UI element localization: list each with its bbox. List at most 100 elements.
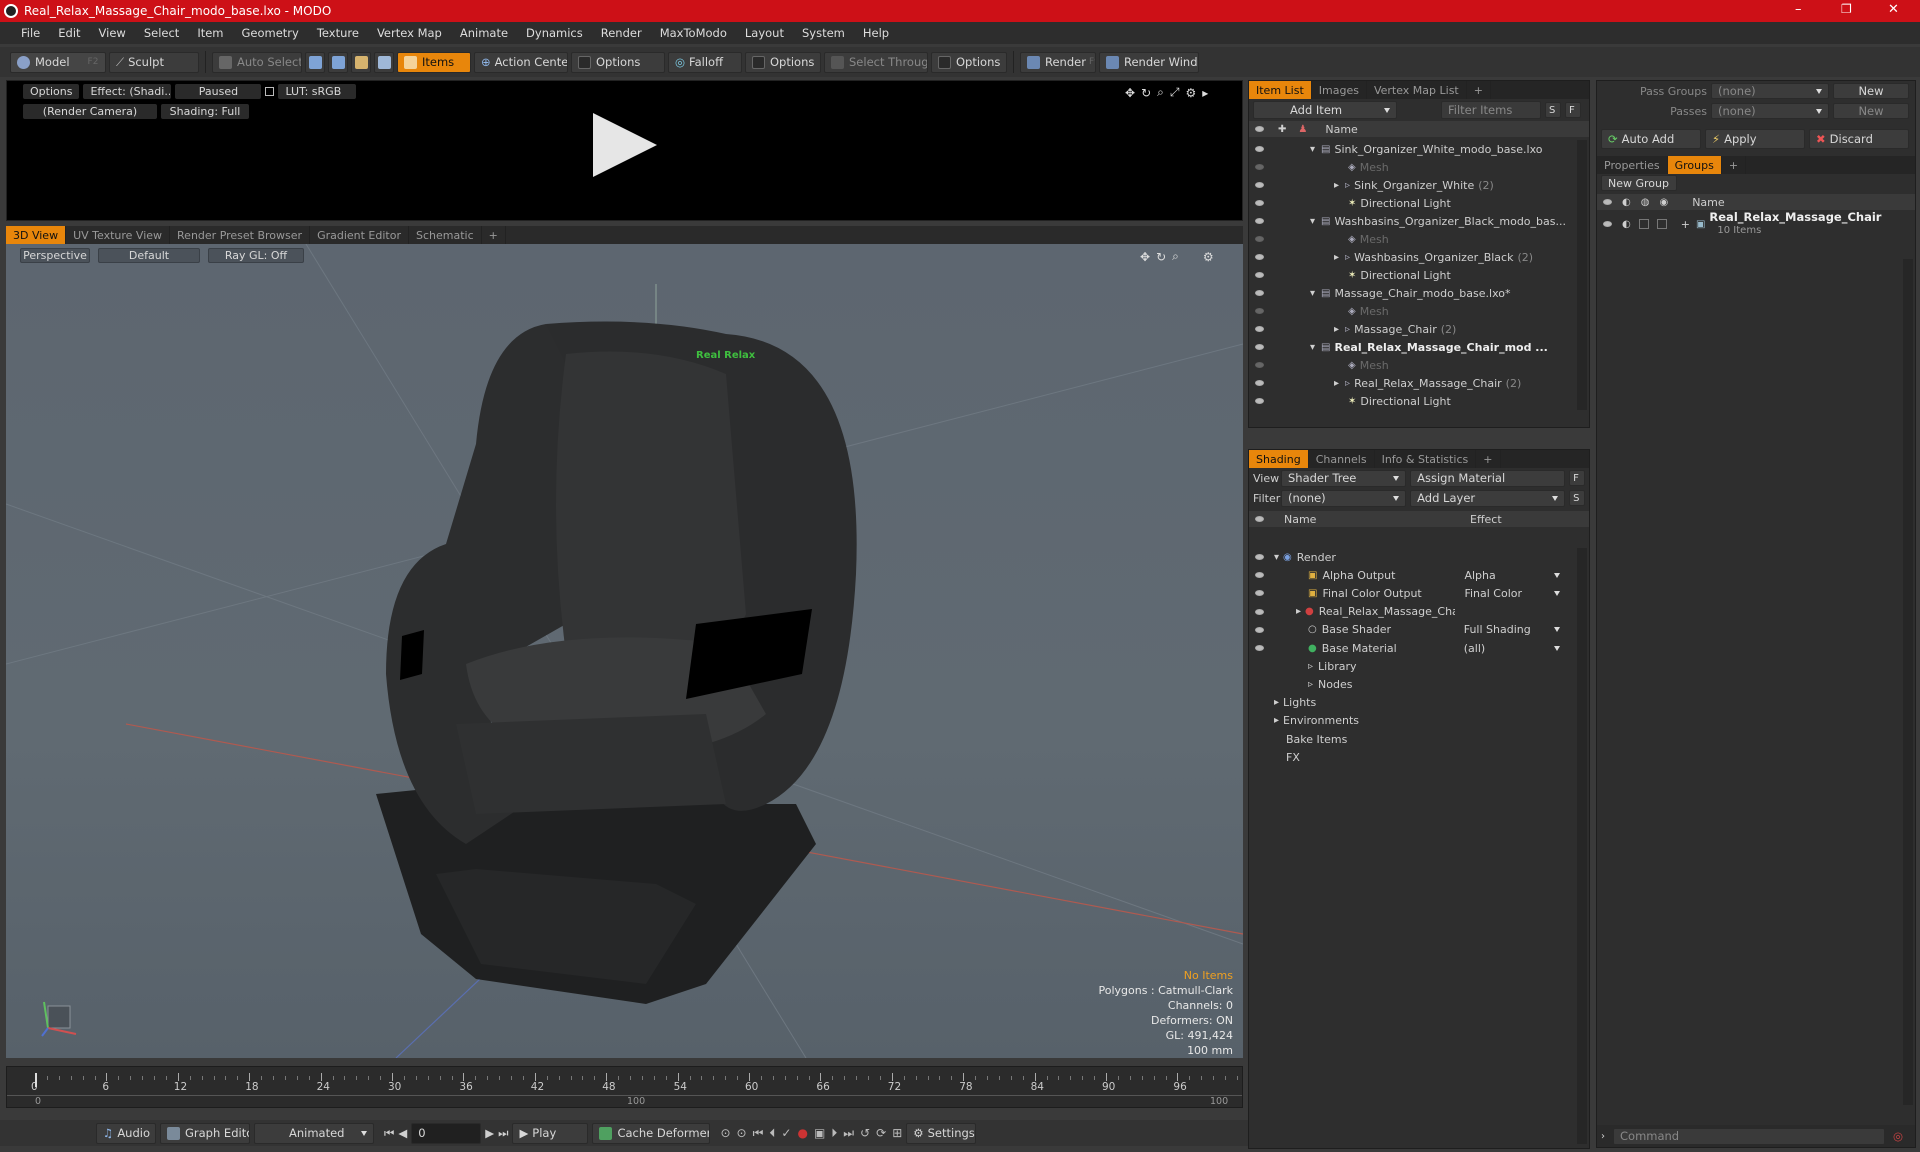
- falloff-button[interactable]: ◎ Falloff: [668, 51, 742, 73]
- item-list-row[interactable]: ◈ Mesh: [1249, 302, 1575, 320]
- go-to-end-icon[interactable]: ⏭: [498, 1126, 508, 1141]
- shader-tree-row[interactable]: ▸ Lights: [1249, 694, 1575, 712]
- expand-arrow-icon[interactable]: ▾: [1310, 342, 1315, 353]
- tab-info-statistics[interactable]: Info & Statistics: [1375, 450, 1477, 468]
- add-layer-dropdown[interactable]: Add Layer: [1410, 489, 1566, 507]
- visibility-icon[interactable]: [1255, 572, 1264, 579]
- command-history-icon[interactable]: ◎: [1893, 1129, 1903, 1143]
- item-list-row[interactable]: ▸ ▹ Massage_Chair (2): [1249, 320, 1575, 338]
- shader-tree-row[interactable]: FX: [1249, 748, 1575, 766]
- menu-item-file[interactable]: File: [12, 26, 49, 40]
- visibility-icon[interactable]: [1255, 290, 1264, 296]
- item-list-row[interactable]: ▸ ▹ Washbasins_Organizer_Black (2): [1249, 248, 1575, 266]
- visibility-icon[interactable]: [1255, 626, 1264, 633]
- expand-arrow-icon[interactable]: ▸: [1296, 606, 1301, 617]
- animated-dropdown[interactable]: Animated: [254, 1122, 374, 1144]
- default-style-dropdown[interactable]: Default: [98, 248, 200, 263]
- visibility-icon[interactable]: [1255, 590, 1264, 597]
- tab--[interactable]: +: [1722, 156, 1747, 174]
- key-set-icon[interactable]: ✓: [781, 1126, 791, 1140]
- menu-item-texture[interactable]: Texture: [308, 26, 368, 40]
- shader-tree-row[interactable]: ▾ ◉ Render: [1249, 548, 1575, 566]
- filter-items-input[interactable]: Filter Items: [1441, 101, 1541, 119]
- shader-tree-row[interactable]: ● Base Material (all): [1249, 639, 1575, 657]
- record-icon[interactable]: ●: [797, 1126, 807, 1140]
- menu-item-dynamics[interactable]: Dynamics: [517, 26, 592, 40]
- visibility-icon[interactable]: [1255, 608, 1264, 615]
- item-list-row[interactable]: ▸ ▹ Sink_Organizer_White (2): [1249, 176, 1575, 194]
- visibility-icon[interactable]: [1255, 218, 1264, 224]
- snap-icon[interactable]: ⊞: [892, 1126, 902, 1140]
- render-button[interactable]: RenderF9: [1020, 51, 1096, 73]
- tab-shading[interactable]: Shading: [1249, 450, 1309, 468]
- menu-item-geometry[interactable]: Geometry: [233, 26, 308, 40]
- visibility-icon[interactable]: [1255, 254, 1264, 260]
- graph-editor-button[interactable]: Graph Editor: [160, 1122, 250, 1144]
- menu-item-system[interactable]: System: [793, 26, 854, 40]
- frame-field[interactable]: 0: [411, 1122, 482, 1144]
- materials-mode-button[interactable]: [374, 51, 394, 73]
- key-auto-icon[interactable]: ⊙: [737, 1126, 747, 1140]
- visibility-icon[interactable]: [1255, 164, 1264, 170]
- last-key-icon[interactable]: ⏭: [843, 1126, 854, 1141]
- add-item-dropdown[interactable]: Add Item: [1253, 101, 1397, 119]
- item-list-row[interactable]: ✶ Directional Light: [1249, 392, 1575, 410]
- tab-images[interactable]: Images: [1312, 81, 1367, 99]
- timeline-range-bar[interactable]: [7, 1095, 1242, 1096]
- play-button[interactable]: ▶ Play: [512, 1122, 589, 1144]
- filter-s-button[interactable]: S: [1545, 102, 1561, 118]
- groups-scrollbar[interactable]: [1903, 259, 1913, 1105]
- visibility-icon[interactable]: [1255, 308, 1264, 314]
- item-list-row[interactable]: ◈ Mesh: [1249, 230, 1575, 248]
- tab-item-list[interactable]: Item List: [1249, 81, 1312, 99]
- item-list-row[interactable]: ◈ Mesh: [1249, 356, 1575, 374]
- prev-frame-icon[interactable]: ⏴: [769, 1126, 775, 1141]
- expand-arrow-icon[interactable]: ▸: [1334, 180, 1339, 191]
- menu-item-animate[interactable]: Animate: [451, 26, 517, 40]
- preview-effect-dropdown[interactable]: Effect: (Shadi...: [83, 84, 172, 99]
- visibility-icon[interactable]: [1255, 182, 1264, 188]
- menu-item-item[interactable]: Item: [188, 26, 232, 40]
- render-window-button[interactable]: Render Window: [1099, 51, 1199, 73]
- lut-dropdown[interactable]: LUT: sRGB: [278, 84, 357, 99]
- playhead[interactable]: [35, 1073, 37, 1087]
- menu-item-vertex-map[interactable]: Vertex Map: [368, 26, 451, 40]
- render-camera-dropdown[interactable]: (Render Camera): [23, 104, 157, 119]
- expand-arrow-icon[interactable]: ▸: [1334, 378, 1339, 389]
- gear-icon[interactable]: ⚙: [1185, 86, 1196, 100]
- item-list-row[interactable]: ✶ Directional Light: [1249, 194, 1575, 212]
- polygons-mode-button[interactable]: [351, 51, 371, 73]
- preview-paused-button[interactable]: Paused: [175, 84, 262, 99]
- visibility-icon[interactable]: [1255, 146, 1264, 152]
- effect-dropdown[interactable]: Full Shading: [1464, 623, 1560, 636]
- next-key-icon[interactable]: ▶: [485, 1126, 494, 1140]
- passes-dropdown[interactable]: (none): [1711, 103, 1829, 119]
- visibility-icon[interactable]: [1255, 272, 1264, 278]
- new-group-button[interactable]: New Group: [1601, 175, 1677, 191]
- item-list-row[interactable]: ▾ ▤ Sink_Organizer_White_modo_base.lxo: [1249, 140, 1575, 158]
- vertices-mode-button[interactable]: [305, 51, 325, 73]
- pass-groups-dropdown[interactable]: (none): [1711, 83, 1829, 99]
- loop-icon[interactable]: ↺: [860, 1126, 870, 1140]
- item-list-scrollbar[interactable]: [1577, 140, 1587, 410]
- menu-item-maxtomodo[interactable]: MaxToModo: [651, 26, 736, 40]
- menu-item-edit[interactable]: Edit: [49, 26, 89, 40]
- shader-tree-row[interactable]: ▣ Final Color Output Final Color: [1249, 584, 1575, 602]
- command-input[interactable]: Command: [1613, 1127, 1885, 1145]
- visibility-icon[interactable]: [1255, 344, 1264, 350]
- first-key-icon[interactable]: ⏮: [753, 1126, 764, 1141]
- new-pass-group-button[interactable]: New: [1833, 83, 1909, 99]
- shading-dropdown[interactable]: Shading: Full: [161, 104, 249, 119]
- visibility-icon[interactable]: [1255, 200, 1264, 206]
- item-list-row[interactable]: ▾ ▤ Real_Relax_Massage_Chair_mod ...: [1249, 338, 1575, 356]
- visibility-icon[interactable]: [1255, 554, 1264, 560]
- shader-view-dropdown[interactable]: Shader Tree: [1281, 469, 1407, 487]
- shader-tree-scrollbar[interactable]: [1577, 548, 1587, 1144]
- visibility-icon[interactable]: [1255, 236, 1264, 242]
- tab-schematic[interactable]: Schematic: [409, 226, 482, 244]
- shader-tree-row[interactable]: ▹ Library: [1249, 657, 1575, 675]
- falloff-options-button[interactable]: Options: [745, 51, 821, 73]
- select-through-options-button[interactable]: Options: [931, 51, 1007, 73]
- render-toggle-icon[interactable]: ◐: [1622, 219, 1631, 230]
- expand-arrow-icon[interactable]: ▸: [1274, 697, 1279, 708]
